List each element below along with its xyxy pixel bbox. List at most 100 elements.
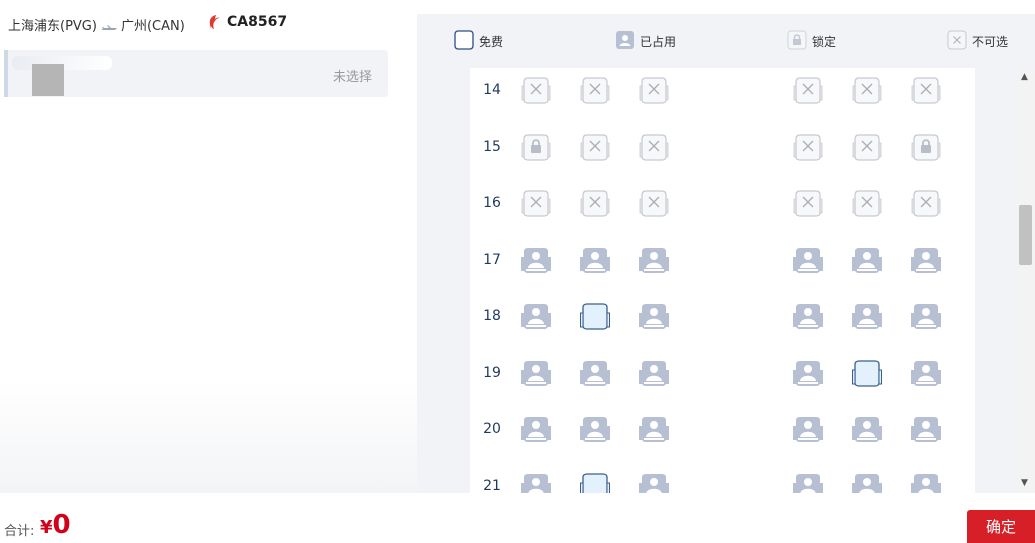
scroll-down-arrow-icon[interactable]: ▼	[1021, 478, 1028, 488]
seat-row: 15	[470, 128, 975, 168]
seat-occupied	[638, 470, 670, 493]
seat-occupied	[851, 413, 883, 445]
destination-airport: 广州(CAN)	[120, 19, 185, 34]
seat-occupied	[520, 413, 552, 445]
confirm-button[interactable]: 确定	[967, 510, 1035, 543]
flight-number: CA8567	[227, 14, 288, 30]
lock-icon	[787, 30, 807, 53]
seat-locked	[520, 131, 552, 163]
row-number: 18	[483, 308, 501, 324]
passenger-panel: 上海浦东(PVG) 广州(CAN) CA8567 未选择	[0, 0, 417, 493]
row-number: 20	[483, 421, 501, 437]
seat-selection-status: 未选择	[332, 70, 372, 85]
seat-occupied	[638, 300, 670, 332]
seat-occupied	[638, 357, 670, 389]
seat-occupied	[910, 357, 942, 389]
flight-info: CA8567	[207, 14, 287, 30]
legend-occupied: 已占用	[615, 30, 676, 53]
seat-unavailable	[851, 131, 883, 163]
row-number: 15	[483, 138, 501, 155]
seat-occupied	[792, 244, 824, 276]
seat-map-scrollbar[interactable]	[1017, 69, 1035, 493]
legend-locked: 锁定	[787, 30, 836, 53]
seat-unavailable	[638, 131, 670, 163]
row-number: 21	[483, 477, 501, 494]
unavailable-seat-icon	[947, 30, 967, 53]
seat-occupied	[579, 413, 611, 445]
selected-indicator	[4, 50, 8, 97]
air-china-logo-icon	[207, 14, 221, 30]
seat-occupied	[792, 413, 824, 445]
seat-row: 17	[470, 241, 975, 281]
seat-unavailable	[910, 187, 942, 219]
seat-occupied	[851, 300, 883, 332]
scrollbar-thumb[interactable]	[1019, 205, 1032, 265]
seat-occupied	[638, 244, 670, 276]
panel-background	[0, 380, 417, 493]
occupied-seat-icon	[615, 30, 635, 53]
legend-unavailable-label: 不可选	[972, 35, 1009, 49]
seat-occupied	[792, 300, 824, 332]
seat-free[interactable]	[579, 300, 611, 332]
seat-unavailable	[910, 74, 942, 106]
row-number: 16	[483, 195, 501, 211]
seat-occupied	[792, 470, 824, 493]
seat-occupied	[520, 300, 552, 332]
seat-unavailable	[579, 131, 611, 163]
seat-occupied	[851, 470, 883, 493]
seat-unavailable	[638, 74, 670, 106]
seat-occupied	[638, 413, 670, 445]
total-price: ¥0	[40, 510, 71, 540]
seat-unavailable	[851, 187, 883, 219]
seat-row: 19	[470, 354, 975, 394]
seat-occupied	[520, 357, 552, 389]
seat-unavailable	[579, 187, 611, 219]
footer-bar: 合计: ¥0 确定	[0, 493, 1035, 543]
seat-occupied	[910, 300, 942, 332]
seat-row: 20	[470, 410, 975, 450]
seat-free[interactable]	[579, 470, 611, 493]
seat-occupied	[792, 357, 824, 389]
legend-free-label: 免费	[479, 35, 504, 49]
seat-occupied	[910, 470, 942, 493]
seat-occupied	[520, 244, 552, 276]
seat-unavailable	[520, 187, 552, 219]
seat-row: 21	[470, 467, 975, 494]
row-number: 19	[483, 364, 501, 381]
seat-legend: 免费 已占用 锁定 不可选	[417, 14, 1035, 68]
scroll-up-arrow-icon[interactable]: ▲	[1021, 72, 1028, 82]
origin-airport: 上海浦东(PVG)	[8, 19, 97, 34]
seat-unavailable	[792, 74, 824, 106]
passenger-card[interactable]: 未选择	[4, 50, 388, 97]
seat-locked	[910, 131, 942, 163]
seat-free[interactable]	[851, 357, 883, 389]
seat-occupied	[579, 244, 611, 276]
total-amount: 0	[52, 510, 71, 540]
route-info: 上海浦东(PVG) 广州(CAN)	[8, 15, 185, 34]
seat-occupied	[851, 244, 883, 276]
seat-map: 免费 已占用 锁定 不可选 14 15 16 17 18 19 20 21	[417, 14, 1035, 493]
seat-unavailable	[638, 187, 670, 219]
currency-symbol: ¥	[40, 517, 53, 538]
seat-occupied	[910, 413, 942, 445]
cabin-seat-grid: 14 15 16 17 18 19 20 21	[470, 68, 975, 493]
seat-unavailable	[792, 131, 824, 163]
legend-unavailable: 不可选	[947, 30, 1008, 53]
seat-unavailable	[792, 187, 824, 219]
legend-occupied-label: 已占用	[640, 35, 677, 49]
row-number: 14	[483, 82, 501, 98]
seat-unavailable	[579, 74, 611, 106]
total-label: 合计:	[4, 524, 35, 539]
free-seat-icon	[454, 30, 474, 53]
row-number: 17	[483, 251, 501, 268]
seat-unavailable	[851, 74, 883, 106]
seat-row: 18	[470, 297, 975, 337]
seat-row: 16	[470, 184, 975, 224]
seat-unavailable	[520, 74, 552, 106]
seat-occupied	[579, 357, 611, 389]
legend-locked-label: 锁定	[812, 35, 837, 49]
plane-icon	[100, 21, 117, 30]
seat-occupied	[520, 470, 552, 493]
avatar	[32, 64, 64, 96]
seat-row: 14	[470, 71, 975, 111]
